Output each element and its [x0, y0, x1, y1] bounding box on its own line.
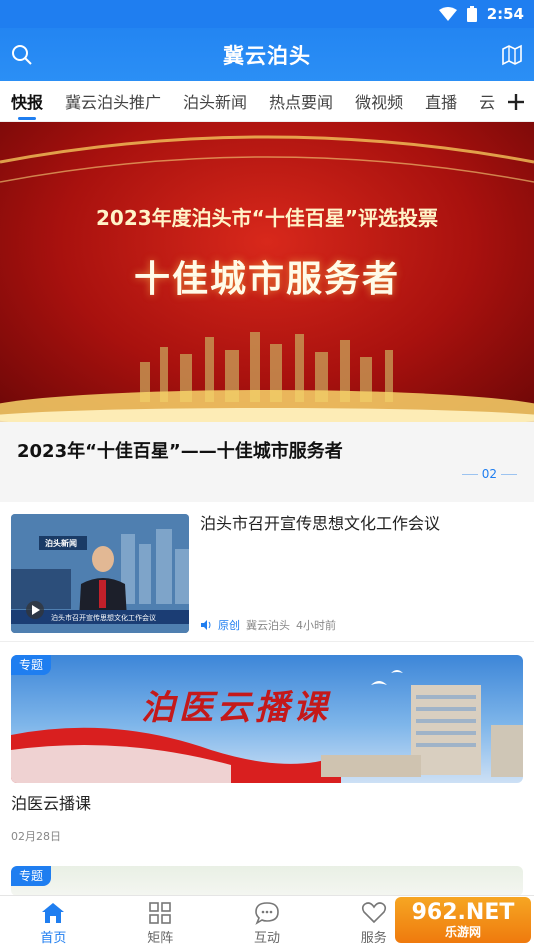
carousel-page: 02 — [481, 467, 497, 481]
thumbnail-ticker: 泊头市召开宣传思想文化工作会议 — [51, 614, 156, 622]
nav-interact-label: 互动 — [253, 931, 280, 946]
search-icon[interactable] — [10, 43, 34, 67]
special-title[interactable]: 泊医云播课 — [11, 790, 91, 814]
wifi-icon — [438, 7, 457, 21]
news-meta: 原创 冀云泊头 4小时前 — [200, 617, 336, 633]
special-banner-text: 泊医云播课 — [141, 688, 331, 728]
watermark-line1: 962.NET — [411, 900, 515, 925]
plus-icon — [508, 93, 524, 110]
special-card-2[interactable]: 专题 — [11, 866, 523, 896]
chat-icon — [255, 902, 279, 925]
nav-home-label: 首页 — [40, 931, 67, 946]
banner-carousel[interactable]: 2023年度泊头市“十佳百星”评选投票 十佳城市服务者 — [0, 122, 534, 422]
add-channel-button[interactable] — [498, 81, 534, 121]
original-tag: 原创 — [218, 619, 240, 632]
heart-icon — [361, 902, 386, 924]
special-card[interactable]: 专题 泊医云播课 — [11, 655, 523, 783]
nav-interact[interactable]: 互动 — [214, 896, 321, 949]
status-bar: 2:54 — [0, 0, 534, 28]
status-time: 2:54 — [486, 5, 524, 23]
list-item[interactable]: 泊头新闻 泊头市召开宣传思想文化工作会议 泊头市召开宣传思想文化工作会议 原创 … — [0, 502, 534, 642]
nav-service-label: 服务 — [360, 931, 387, 946]
news-time: 4小时前 — [296, 619, 336, 632]
app-title: 冀云泊头 — [223, 43, 311, 68]
carousel-indicator: 02 — [461, 467, 517, 481]
grid-icon — [149, 902, 171, 924]
channel-tabs: 快报 冀云泊头推广 泊头新闻 热点要闻 微视频 直播 云 — [0, 81, 534, 122]
banner-caption[interactable]: 2023年“十佳百星”——十佳城市服务者 02 — [0, 422, 534, 502]
special-date: 02月28日 — [11, 830, 61, 843]
home-icon — [42, 903, 65, 923]
map-icon[interactable] — [500, 43, 524, 67]
tab-promo[interactable]: 冀云泊头推广 — [54, 81, 172, 121]
tab-hot-news[interactable]: 热点要闻 — [258, 81, 344, 121]
tab-local-news[interactable]: 泊头新闻 — [172, 81, 258, 121]
nav-matrix-label: 矩阵 — [147, 931, 174, 946]
tab-micro-video[interactable]: 微视频 — [344, 81, 414, 121]
news-thumbnail: 泊头新闻 泊头市召开宣传思想文化工作会议 — [11, 514, 189, 633]
banner-title: 十佳城市服务者 — [133, 259, 400, 300]
thumbnail-caption: 泊头新闻 — [45, 539, 77, 548]
tab-kuaibao[interactable]: 快报 — [0, 81, 54, 121]
banner-headline: 2023年“十佳百星”——十佳城市服务者 — [17, 441, 343, 462]
battery-icon — [466, 6, 477, 22]
app-bar: 冀云泊头 — [0, 28, 534, 81]
audio-icon[interactable] — [200, 619, 212, 631]
banner-subtitle: 2023年度泊头市“十佳百星”评选投票 — [96, 206, 438, 230]
special-badge-2: 专题 — [11, 866, 52, 886]
watermark-line2: 乐游网 — [444, 925, 481, 939]
news-source: 冀云泊头 — [246, 619, 290, 632]
nav-home[interactable]: 首页 — [0, 896, 107, 949]
tab-live[interactable]: 直播 — [414, 81, 468, 121]
news-title: 泊头市召开宣传思想文化工作会议 — [200, 514, 441, 533]
special-badge: 专题 — [11, 655, 52, 675]
nav-matrix[interactable]: 矩阵 — [107, 896, 214, 949]
watermark-logo: 962.NET 乐游网 — [395, 897, 531, 943]
